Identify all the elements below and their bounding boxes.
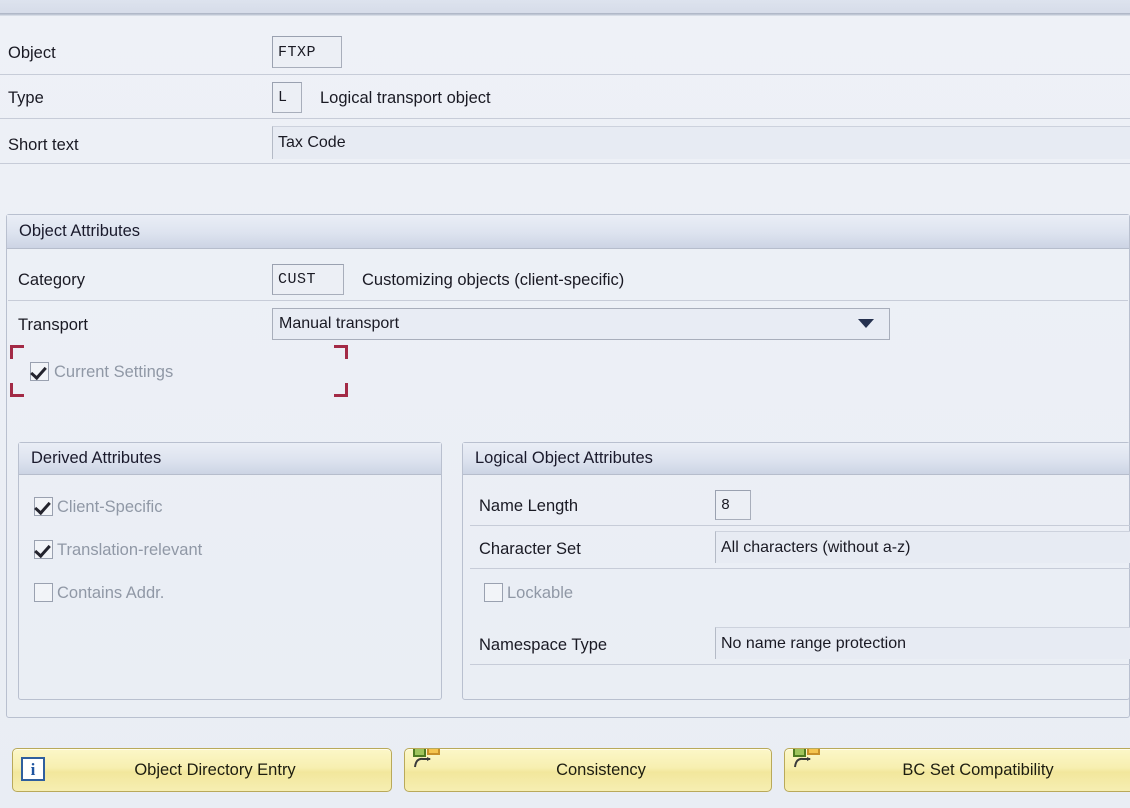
bc-set-compatibility-label: BC Set Compatibility xyxy=(902,760,1054,779)
client-specific-label: Client-Specific xyxy=(57,498,163,516)
derived-attributes-title: Derived Attributes xyxy=(19,443,441,475)
derived-attributes-panel xyxy=(18,442,442,700)
consistency-label: Consistency xyxy=(556,760,646,779)
object-row-underline xyxy=(0,74,1130,75)
namespace-type-row-underline xyxy=(470,664,1130,665)
consistency-button[interactable]: Consistency xyxy=(404,748,772,792)
object-label: Object xyxy=(8,44,56,62)
namespace-type-input[interactable]: No name range protection xyxy=(715,627,1130,659)
window-top-divider xyxy=(0,13,1130,16)
object-input[interactable]: FTXP xyxy=(272,36,342,68)
current-settings-label: Current Settings xyxy=(54,363,174,381)
short-text-input[interactable]: Tax Code xyxy=(272,126,1130,159)
category-input[interactable]: CUST xyxy=(272,264,344,295)
name-length-label: Name Length xyxy=(479,497,579,515)
type-input[interactable]: L xyxy=(272,82,302,113)
contains-addr-label: Contains Addr. xyxy=(57,584,165,602)
translation-relevant-label: Translation-relevant xyxy=(57,541,203,559)
character-set-row-underline xyxy=(470,568,1130,569)
name-length-input[interactable]: 8 xyxy=(715,490,751,520)
category-row-underline xyxy=(8,300,1128,301)
transport-select[interactable]: Manual transport xyxy=(272,308,890,340)
object-directory-entry-button[interactable]: i Object Directory Entry xyxy=(12,748,392,792)
type-label: Type xyxy=(8,89,44,107)
lockable-checkbox[interactable] xyxy=(484,583,503,602)
type-description: Logical transport object xyxy=(320,89,491,107)
logical-object-attributes-title: Logical Object Attributes xyxy=(463,443,1129,475)
info-icon: i xyxy=(21,757,47,783)
short-text-row-underline xyxy=(0,163,1130,164)
name-length-row-underline xyxy=(470,525,1130,526)
namespace-type-label: Namespace Type xyxy=(479,636,608,654)
object-directory-entry-label: Object Directory Entry xyxy=(134,760,296,779)
window-top-strip xyxy=(0,0,1130,13)
client-specific-checkbox[interactable] xyxy=(34,497,53,516)
sap-object-maintenance-screen: Object FTXP Type L Logical transport obj… xyxy=(0,0,1130,808)
transport-label: Transport xyxy=(18,316,88,334)
current-settings-checkbox[interactable] xyxy=(30,362,49,381)
character-set-label: Character Set xyxy=(479,540,581,558)
contains-addr-checkbox[interactable] xyxy=(34,583,53,602)
lockable-label: Lockable xyxy=(507,584,574,602)
chevron-down-icon[interactable] xyxy=(858,319,874,328)
category-label: Category xyxy=(18,271,85,289)
short-text-label: Short text xyxy=(8,136,79,154)
bc-set-compatibility-button[interactable]: BC Set Compatibility xyxy=(784,748,1130,792)
type-row-underline xyxy=(0,118,1130,119)
compare-icon xyxy=(793,749,820,783)
translation-relevant-checkbox[interactable] xyxy=(34,540,53,559)
logical-object-attributes-panel xyxy=(462,442,1130,700)
character-set-input[interactable]: All characters (without a-z) xyxy=(715,531,1130,563)
category-description: Customizing objects (client-specific) xyxy=(362,271,625,289)
compare-icon xyxy=(413,749,440,783)
object-attributes-title: Object Attributes xyxy=(7,215,1129,249)
